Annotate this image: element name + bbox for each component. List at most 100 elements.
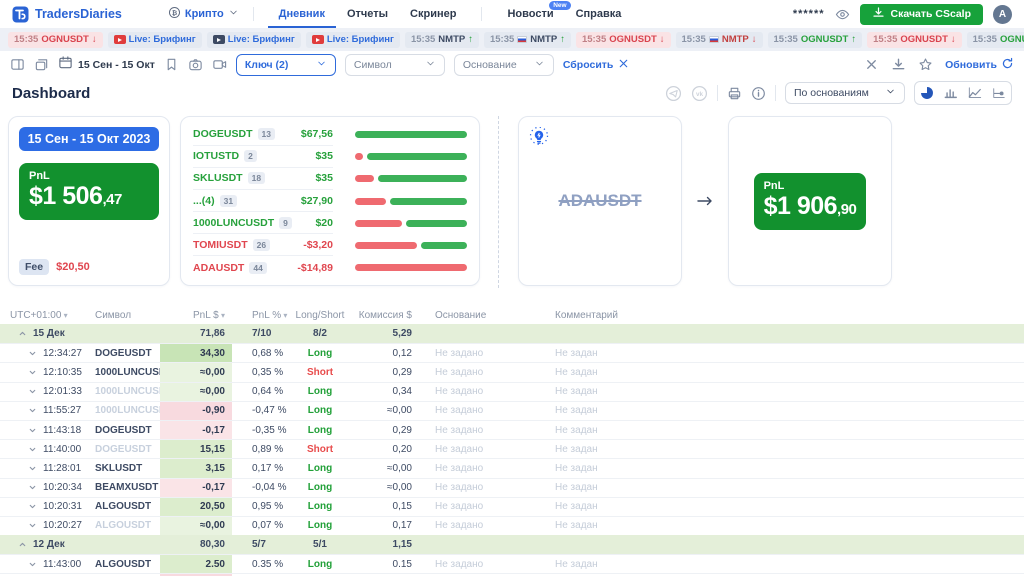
benchmark-chart-icon[interactable] — [987, 82, 1011, 104]
table-row[interactable]: 11:40:00DOGEUSDT15,150,89 %Short0,20Не з… — [0, 439, 1024, 458]
ticker-quote-chip[interactable]: 15:35OGNUSDT↓ — [867, 32, 962, 48]
tab-reports[interactable]: Отчеты — [336, 0, 399, 28]
symbol-pnl-row[interactable]: ...(4)31$27,90 — [193, 190, 467, 212]
group-by-select[interactable]: По основаниям — [785, 82, 905, 104]
chevron-down-icon[interactable] — [28, 368, 37, 377]
table-row[interactable]: 11:28:01SKLUSDT3,150,17 %Long≈0,00Не зад… — [0, 458, 1024, 477]
download-cscalp-button[interactable]: Скачать CScalp — [860, 4, 983, 25]
table-row[interactable]: 11:55:271000LUNCUSDT-0,90-0,47 %Long≈0,0… — [0, 401, 1024, 420]
print-icon[interactable] — [727, 86, 742, 101]
table-row[interactable]: 10:20:27ALGOUSDT≈0,000,07 %Long0,17Не за… — [0, 516, 1024, 535]
symbol-pnl-row[interactable]: SKLUSDT18$35 — [193, 168, 467, 190]
key-filter-select[interactable]: Ключ (2) — [236, 54, 336, 76]
table-row[interactable]: 12:01:331000LUNCUSDT≈0,000,64 %Long0,34Н… — [0, 382, 1024, 401]
pnl-cell: 20,50 — [160, 498, 232, 516]
avatar[interactable]: A — [993, 5, 1012, 24]
pie-chart-icon[interactable] — [915, 82, 939, 104]
pnl-pct-cell: -0,47 % — [232, 405, 295, 416]
time-cell: 11:43:18 — [0, 425, 95, 436]
comment-cell: Не задан — [545, 501, 1024, 512]
ticker-quote-chip[interactable]: 15:35NMTP↓ — [676, 32, 763, 48]
table-group-row[interactable]: 12 Дек80,305/75/11,15 — [0, 535, 1024, 554]
column-header-time[interactable]: UTC+01:00 — [0, 310, 95, 321]
dashboard-header: Dashboard vk По основаниям — [0, 78, 1024, 108]
profit-bar-segment — [406, 220, 467, 227]
table-row[interactable]: 10:20:31ALGOUSDT20,500,95 %Long0,15Не за… — [0, 497, 1024, 516]
tab-screener[interactable]: Скринер — [399, 0, 467, 28]
camera-icon[interactable] — [188, 57, 203, 72]
chevron-down-icon[interactable] — [28, 560, 37, 569]
table-group-row[interactable]: 15 Дек71,867/108/25,29 — [0, 324, 1024, 343]
brand[interactable]: TradersDiaries — [12, 6, 122, 23]
ticker-quote-chip[interactable]: 15:35OGNUSDT↓ — [8, 32, 103, 48]
bookmark-icon[interactable] — [164, 57, 179, 72]
table-row[interactable]: 12:10:351000LUNCUSDT≈0,000,35 %Short0,29… — [0, 362, 1024, 381]
chevron-down-icon[interactable] — [28, 387, 37, 396]
refresh-button[interactable]: Обновить — [945, 57, 1014, 73]
market-selector-label: Крипто — [185, 8, 224, 20]
export-icon[interactable] — [891, 57, 906, 72]
ticker-quote-chip[interactable]: 15:35NMTP↑ — [405, 32, 479, 48]
column-header-long-short[interactable]: Long/Short — [295, 310, 345, 321]
symbol-pnl-row[interactable]: IOTUSTD2$35 — [193, 146, 467, 168]
vk-icon[interactable]: vk — [691, 85, 708, 102]
chevron-down-icon[interactable] — [28, 483, 37, 492]
column-header-comment[interactable]: Комментарий — [545, 310, 1024, 321]
trade-time: 11:43:18 — [43, 425, 81, 436]
column-header-pnl-pct[interactable]: PnL % — [232, 310, 295, 321]
star-icon[interactable] — [918, 57, 933, 72]
symbol-filter-select[interactable]: Символ — [345, 54, 445, 76]
close-icon[interactable] — [864, 57, 879, 72]
layout-panel-icon[interactable] — [10, 57, 25, 72]
column-header-fee[interactable]: Комиссия $ — [345, 310, 415, 321]
column-header-symbol[interactable]: Символ — [95, 310, 160, 321]
ticker-live-chip[interactable]: Live: Брифинг — [108, 32, 202, 48]
line-chart-icon[interactable] — [963, 82, 987, 104]
main-tabs: Дневник Отчеты Скринер — [268, 0, 468, 28]
table-row[interactable]: 11:43:00ALGOUSDT2.500.35 %Long0.15Не зад… — [0, 554, 1024, 573]
ticker-quote-chip[interactable]: 15:35OGNUSDT↑ — [768, 32, 863, 48]
chevron-down-icon[interactable] — [28, 406, 37, 415]
ticker-live-chip[interactable]: Live: Брифинг — [306, 32, 400, 48]
copy-icon[interactable] — [34, 57, 49, 72]
bar-chart-icon[interactable] — [939, 82, 963, 104]
ticker-quote-chip[interactable]: 15:35OGNUSDT↓ — [576, 32, 671, 48]
eye-icon[interactable] — [835, 7, 850, 22]
ticker-live-chip[interactable]: Live: Брифинг — [207, 32, 301, 48]
group-pnl-pct-cell: 7/10 — [232, 328, 295, 339]
date-range-picker[interactable]: 15 Сен - 15 Окт — [58, 55, 155, 75]
pnl-box: PnL $1 506,47 — [19, 163, 159, 220]
symbol-pnl-row[interactable]: ADAUSDT44-$14,89 — [193, 256, 467, 278]
table-row[interactable]: 11:43:18DOGEUSDT-0,17-0,35 %Long0,29Не з… — [0, 420, 1024, 439]
chevron-down-icon[interactable] — [28, 445, 37, 454]
chevron-up-icon[interactable] — [18, 540, 27, 549]
ticker-quote-chip[interactable]: 15:35NMTP↑ — [484, 32, 571, 48]
info-icon[interactable] — [751, 86, 766, 101]
symbol-pnl-row[interactable]: TOMIUSDT26-$3,20 — [193, 234, 467, 256]
lightbulb-icon — [529, 127, 549, 152]
table-row[interactable]: 12:34:27DOGEUSDT34,300,68 %Long0,12Не за… — [0, 343, 1024, 362]
dashboard-cards: 15 Сен - 15 Окт 2023 PnL $1 506,47 Fee $… — [0, 108, 1024, 306]
market-selector[interactable]: ₿ Крипто — [168, 6, 239, 22]
summary-date-badge[interactable]: 15 Сен - 15 Окт 2023 — [19, 127, 159, 151]
ticker-quote-chip[interactable]: 15:35OGNUSDT↑ — [967, 32, 1024, 48]
video-icon[interactable] — [212, 57, 227, 72]
chevron-down-icon[interactable] — [28, 521, 37, 530]
chevron-down-icon[interactable] — [28, 464, 37, 473]
pnl-value: 2.50 — [160, 555, 232, 573]
tab-help[interactable]: Справка — [565, 0, 633, 28]
reset-filters-button[interactable]: Сбросить — [563, 57, 631, 73]
chevron-down-icon[interactable] — [28, 426, 37, 435]
table-row[interactable]: 10:20:34BEAMXUSDT-0,17-0,04 %Long≈0,00Не… — [0, 478, 1024, 497]
basis-filter-select[interactable]: Основание — [454, 54, 554, 76]
chevron-up-icon[interactable] — [18, 329, 27, 338]
telegram-icon[interactable] — [665, 85, 682, 102]
column-header-pnl[interactable]: PnL $ — [160, 310, 232, 321]
column-header-basis[interactable]: Основание — [415, 310, 545, 321]
chevron-down-icon[interactable] — [28, 349, 37, 358]
symbol-pnl-row[interactable]: 1000LUNCUSDT9$20 — [193, 212, 467, 234]
chevron-down-icon[interactable] — [28, 502, 37, 511]
symbol-pnl-row[interactable]: DOGEUSDT13$67,56 — [193, 123, 467, 145]
tab-news[interactable]: Новости New — [496, 0, 564, 28]
tab-diary[interactable]: Дневник — [268, 0, 336, 28]
